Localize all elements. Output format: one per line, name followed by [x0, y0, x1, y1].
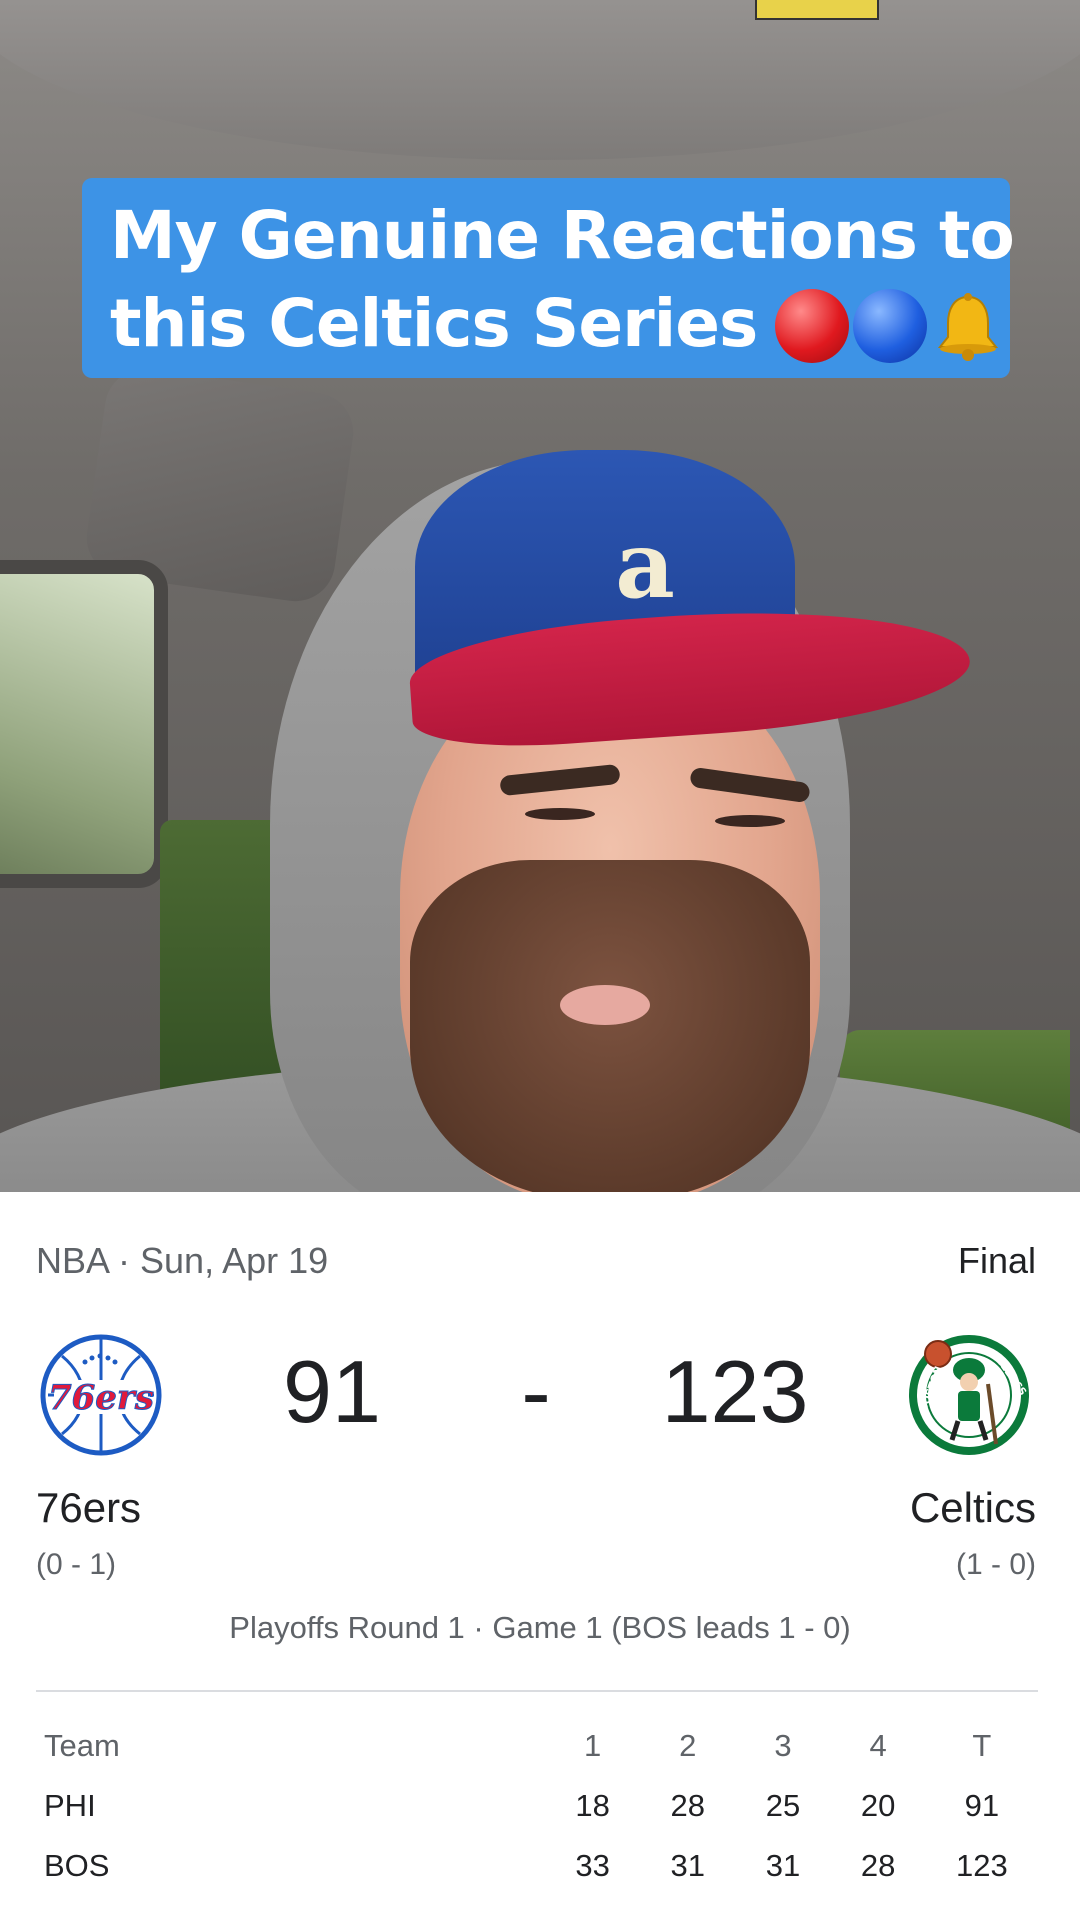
linescore-table: Team 1 2 3 4 T PHI 18 28 25 20 91 BOS 33… [36, 1716, 1038, 1896]
col-header-q1: 1 [583, 1728, 602, 1763]
mouth [560, 985, 650, 1025]
car-window-left [0, 560, 168, 888]
score-separator: - [521, 1342, 551, 1441]
score-away: 123 [661, 1342, 809, 1441]
svg-text:76ers: 76ers [48, 1378, 154, 1418]
table-row: BOS 33 31 31 28 123 [36, 1836, 1038, 1896]
warning-sticker [755, 0, 879, 20]
title-line-1: My Genuine Reactions to [110, 197, 1015, 274]
col-header-q2: 2 [679, 1728, 697, 1763]
row-q2: 28 [670, 1788, 706, 1823]
row-team: BOS [44, 1848, 110, 1883]
table-row: PHI 18 28 25 20 91 [36, 1776, 1038, 1836]
bell-icon [938, 292, 999, 361]
row-q4: 28 [860, 1848, 896, 1883]
col-header-q4: 4 [869, 1728, 887, 1763]
row-team: PHI [44, 1788, 96, 1823]
col-header-q3: 3 [774, 1728, 792, 1763]
league-date: NBA · Sun, Apr 19 [36, 1240, 329, 1281]
cap-logo-icon: a [615, 511, 675, 619]
row-q2: 31 [670, 1848, 706, 1883]
blue-circle-icon [853, 288, 928, 363]
row-total: 91 [964, 1788, 1000, 1823]
game-status: Final [957, 1240, 1036, 1281]
title-banner: My Genuine Reactions to this Celtics Ser… [82, 178, 1015, 378]
score-card[interactable]: NBA · Sun, Apr 19 Final 76ers 91 - 123 B… [0, 1192, 1080, 1920]
sixers-logo-icon[interactable]: 76ers [40, 1334, 162, 1456]
video-background: a My Genuine Reactions to this Celtics S… [0, 0, 1080, 1192]
row-q3: 31 [765, 1848, 801, 1883]
col-header-team: Team [44, 1728, 120, 1763]
row-q4: 20 [860, 1788, 896, 1823]
row-q1: 18 [575, 1788, 610, 1823]
series-status: Playoffs Round 1 · Game 1 (BOS leads 1 -… [229, 1610, 851, 1645]
car-headliner [0, 0, 1080, 160]
celtics-logo-icon[interactable]: BOSTON CELTICS [908, 1334, 1030, 1456]
title-line-2-wrap: this Celtics Series [110, 280, 999, 372]
row-q3: 25 [765, 1788, 801, 1823]
beard [410, 860, 810, 1192]
row-total: 123 [956, 1848, 1008, 1883]
record-away: (1 - 0) [955, 1548, 1036, 1581]
right-eye [715, 815, 785, 827]
left-eye [525, 808, 595, 820]
title-line-2: this Celtics Series [110, 285, 758, 362]
divider [36, 1690, 1038, 1692]
score-home: 91 [283, 1342, 381, 1441]
col-header-total: T [972, 1728, 992, 1763]
row-q1: 33 [575, 1848, 610, 1883]
red-circle-icon [775, 288, 850, 363]
team-name-away[interactable]: Celtics [910, 1484, 1036, 1532]
linescore-header-row: Team 1 2 3 4 T [36, 1716, 1038, 1776]
team-name-home[interactable]: 76ers [36, 1484, 141, 1532]
record-home: (0 - 1) [36, 1548, 117, 1581]
emoji-row [775, 278, 1005, 366]
